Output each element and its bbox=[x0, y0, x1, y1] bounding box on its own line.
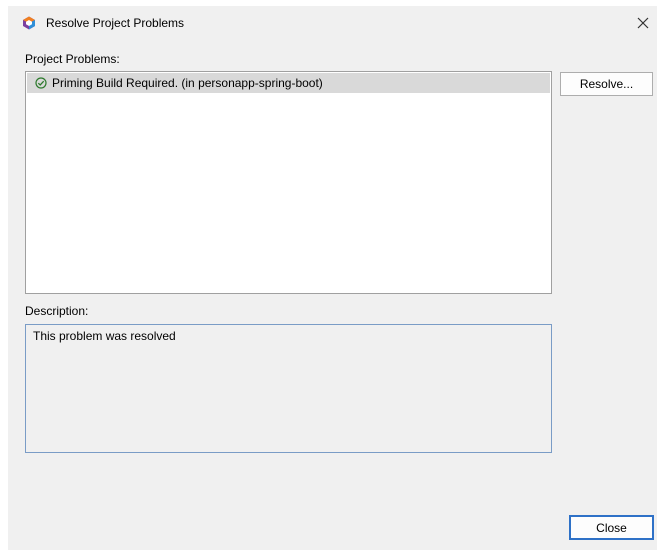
problem-text: Priming Build Required. (in personapp-sp… bbox=[52, 76, 323, 90]
netbeans-hexagon-icon bbox=[23, 16, 35, 30]
resolve-problems-dialog: Resolve Project Problems Project Problem… bbox=[8, 6, 657, 550]
list-item[interactable]: Priming Build Required. (in personapp-sp… bbox=[27, 73, 550, 93]
close-button[interactable]: Close bbox=[569, 515, 654, 540]
resolve-button[interactable]: Resolve... bbox=[560, 72, 653, 96]
project-problems-list[interactable]: Priming Build Required. (in personapp-sp… bbox=[25, 71, 552, 294]
close-icon[interactable] bbox=[629, 6, 657, 40]
window-title: Resolve Project Problems bbox=[46, 16, 185, 30]
title-bar: Resolve Project Problems bbox=[8, 6, 657, 40]
description-text-area[interactable]: This problem was resolved bbox=[25, 324, 552, 453]
check-circle-icon bbox=[35, 77, 47, 89]
description-label: Description: bbox=[25, 304, 89, 318]
project-problems-label: Project Problems: bbox=[25, 52, 120, 66]
